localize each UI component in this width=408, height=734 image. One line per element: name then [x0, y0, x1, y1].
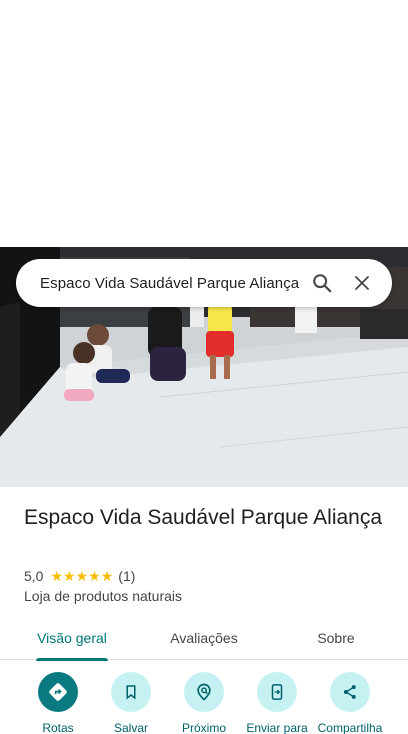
tab-about[interactable]: Sobre [288, 616, 384, 660]
star-icon: ★ [63, 568, 76, 584]
star-icon: ★ [50, 568, 64, 584]
tab-label: Visão geral [37, 630, 107, 646]
send-to-device-icon [257, 672, 297, 712]
send-to-device-button[interactable]: Enviar para [240, 672, 314, 734]
search-icon[interactable] [302, 263, 342, 303]
action-label: Rotas [42, 721, 74, 734]
search-input[interactable]: Espaco Vida Saudável Parque Aliança [40, 275, 302, 292]
nearby-icon [184, 672, 224, 712]
star-icon: ★ [88, 568, 101, 584]
active-tab-indicator [36, 658, 108, 661]
tab-label: Sobre [317, 630, 355, 646]
star-icon: ★ [75, 568, 89, 584]
action-label: Compartilha [317, 721, 383, 734]
action-bar: Rotas Salvar Próximo Enviar para Compart… [0, 672, 408, 734]
star-icon: ★ [100, 568, 114, 584]
directions-icon [38, 672, 78, 712]
share-button[interactable]: Compartilha [313, 672, 387, 734]
tab-reviews[interactable]: Avaliações [156, 616, 252, 660]
action-label: Salvar [113, 721, 148, 734]
bookmark-icon [111, 672, 151, 712]
close-icon[interactable] [342, 263, 382, 303]
action-label: Enviar para [246, 721, 308, 734]
review-count[interactable]: (1) [118, 568, 135, 584]
tab-label: Avaliações [170, 630, 238, 646]
search-bar[interactable]: Espaco Vida Saudável Parque Aliança [16, 259, 392, 307]
place-title: Espaco Vida Saudável Parque Aliança [24, 506, 383, 529]
nearby-button[interactable]: Próximo [167, 672, 241, 734]
action-label: Próximo [181, 721, 226, 734]
map-area[interactable] [0, 0, 408, 247]
directions-button[interactable]: Rotas [21, 672, 95, 734]
place-category: Loja de produtos naturais [24, 588, 182, 604]
star-rating: ★ ★ ★ ★ ★ [50, 569, 113, 583]
rating-row[interactable]: 5,0 ★ ★ ★ ★ ★ (1) [24, 567, 135, 585]
rating-value: 5,0 [24, 568, 44, 584]
place-tabs: Visão geral Avaliações Sobre [0, 616, 408, 661]
tab-overview[interactable]: Visão geral [24, 616, 120, 661]
share-icon [330, 672, 370, 712]
save-button[interactable]: Salvar [94, 672, 168, 734]
